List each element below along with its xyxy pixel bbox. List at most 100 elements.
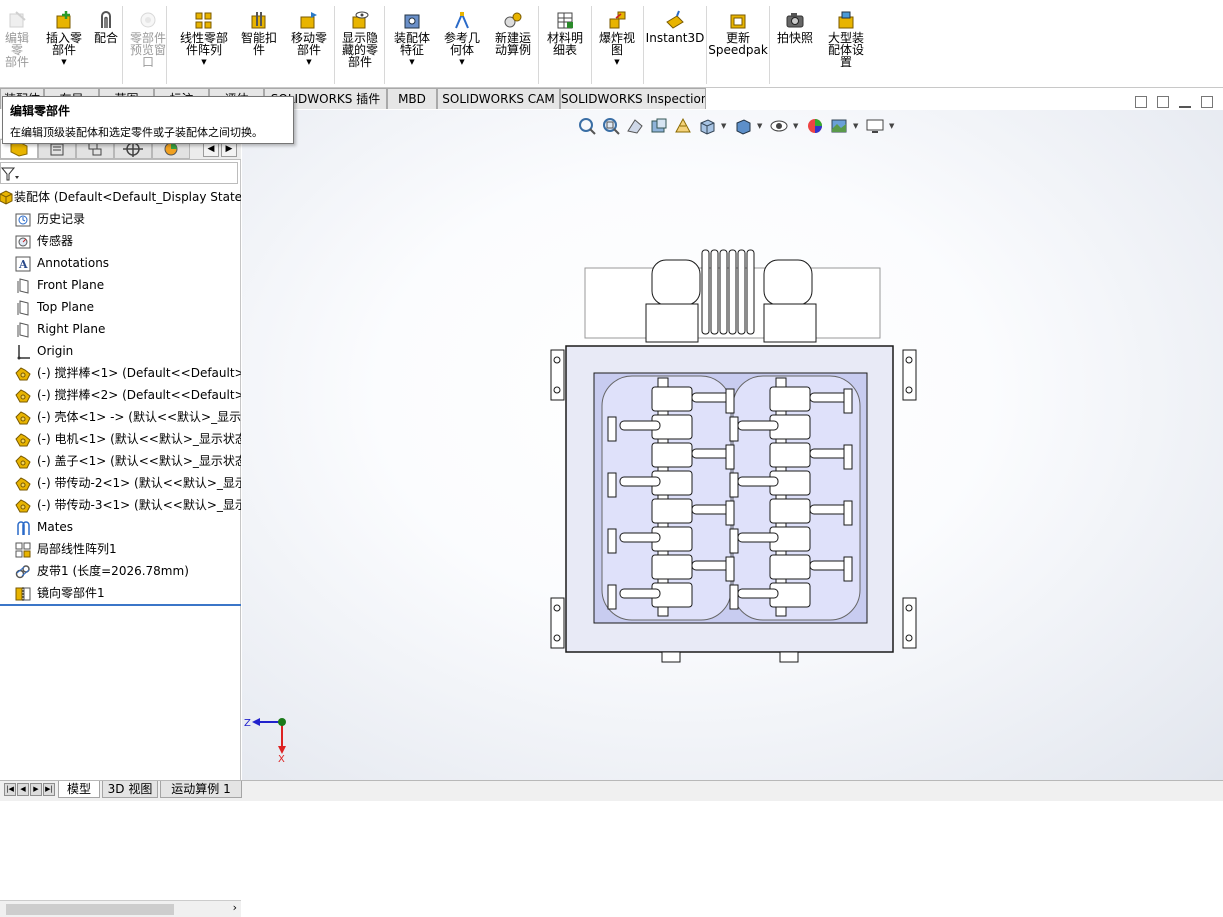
history-icon — [15, 212, 31, 227]
tree-item[interactable]: 传感器 — [0, 230, 241, 252]
scroll-right-icon[interactable]: › — [233, 901, 237, 914]
tree-item[interactable]: (-) 壳体<1> -> (默认<<默认>_显示状 — [0, 406, 241, 428]
tab-motion-study[interactable]: 运动算例 1 — [160, 781, 242, 798]
plane-icon — [15, 278, 31, 294]
ribbon-button-label: 线性零部 件阵列 — [179, 31, 228, 57]
tree-item[interactable]: Front Plane — [0, 274, 241, 296]
dropdown-arrow-icon[interactable]: ▼ — [306, 58, 311, 66]
tab-7[interactable]: SOLIDWORKS CAM — [437, 88, 560, 109]
tree-item-label: (-) 带传动-2<1> (默认<<默认>_显示 — [37, 476, 241, 490]
tile-icon[interactable] — [1157, 96, 1169, 108]
zoom-to-area-icon[interactable] — [601, 116, 621, 136]
exploded-view-icon — [607, 10, 627, 30]
ribbon-button-edit-component[interactable]: 编辑零 部件 — [0, 10, 34, 86]
ribbon-button-move-component[interactable]: 移动零 部件 ▼ — [284, 10, 334, 86]
ribbon-button-insert-component[interactable]: 插入零 部件 ▼ — [43, 10, 85, 86]
ribbon-button-linear-pattern[interactable]: 线性零部 件阵列 ▼ — [171, 10, 237, 86]
graphics-area[interactable]: Z X — [242, 110, 1223, 780]
view-orientation-dropdown-icon[interactable]: ▼ — [721, 122, 729, 130]
ribbon-button-instant3d[interactable]: Instant3D — [645, 10, 705, 86]
ribbon-button-snapshot[interactable]: 拍快照 — [774, 10, 816, 86]
tree-item[interactable]: 历史记录 — [0, 208, 241, 230]
plane-icon — [15, 322, 31, 338]
ribbon-button-label: 新建运 动算例 — [494, 31, 531, 57]
ribbon-button-mate[interactable]: 配合 — [90, 10, 122, 86]
horizontal-scrollbar[interactable]: › — [0, 900, 241, 917]
svg-text:A: A — [18, 258, 28, 271]
ribbon-button-bom[interactable]: 材料明 细表 — [541, 10, 589, 86]
apply-scene-dropdown-icon[interactable]: ▼ — [853, 122, 861, 130]
dropdown-arrow-icon[interactable]: ▼ — [201, 58, 206, 66]
ribbon-button-label: Instant3D — [645, 31, 705, 45]
tree-item[interactable]: 皮带1 (长度=2026.78mm) — [0, 560, 241, 582]
maximize-icon[interactable] — [1201, 96, 1213, 108]
display-style-icon[interactable] — [733, 116, 753, 136]
hide-show-items-icon[interactable] — [769, 116, 789, 136]
tab-6[interactable]: MBD — [387, 88, 437, 109]
dropdown-arrow-icon[interactable]: ▼ — [614, 58, 619, 66]
snapshot-icon — [785, 10, 805, 30]
dropdown-arrow-icon[interactable]: ▼ — [459, 58, 464, 66]
display-style-dropdown-icon[interactable]: ▼ — [757, 122, 765, 130]
minimize-icon[interactable] — [1179, 106, 1191, 108]
prev-tab-icon[interactable]: ◀ — [17, 783, 29, 796]
tree-item[interactable]: 局部线性阵列1 — [0, 538, 241, 560]
tree-item[interactable]: (-) 搅拌棒<2> (Default<<Default>_ — [0, 384, 241, 406]
tab-8[interactable]: SOLIDWORKS Inspection — [560, 88, 706, 109]
view-orientation-icon[interactable] — [697, 116, 717, 136]
ribbon-button-smart-fastener[interactable]: 智能扣 件 — [238, 10, 280, 86]
tree-item-label: Mates — [37, 520, 74, 534]
previous-view-icon[interactable] — [625, 116, 645, 136]
tree-item-label: 镜向零部件1 — [37, 586, 105, 600]
tree-item-label: 历史记录 — [37, 212, 86, 226]
assembly-icon — [0, 190, 14, 205]
restore-icon[interactable] — [1135, 96, 1147, 108]
tooltip-title: 编辑零部件 — [10, 104, 71, 118]
zoom-to-fit-icon[interactable] — [577, 116, 597, 136]
tab-3d-view[interactable]: 3D 视图 — [102, 781, 158, 798]
dropdown-arrow-icon[interactable]: ▼ — [409, 58, 414, 66]
edit-component-icon — [7, 10, 27, 30]
ribbon-button-speedpak[interactable]: 更新 Speedpak — [708, 10, 768, 86]
view-settings-icon[interactable] — [865, 116, 885, 136]
tree-item[interactable]: A Annotations — [0, 252, 241, 274]
dynamic-annotation-icon[interactable] — [673, 116, 693, 136]
view-settings-dropdown-icon[interactable]: ▼ — [889, 122, 897, 130]
tree-item[interactable]: (-) 盖子<1> (默认<<默认>_显示状态 — [0, 450, 241, 472]
tree-root-assembly[interactable]: 装配体 (Default<Default_Display State- — [0, 186, 241, 208]
ribbon-button-reference-geometry[interactable]: 参考几 何体 ▼ — [439, 10, 485, 86]
ribbon-button-show-hidden[interactable]: 显示隐 藏的零 部件 — [337, 10, 383, 86]
ribbon-button-assembly-feature[interactable]: 装配体 特征 ▼ — [387, 10, 437, 86]
tree-item[interactable]: Mates — [0, 516, 241, 538]
tree-filter[interactable] — [0, 162, 238, 184]
ribbon-button-new-motion-study[interactable]: 新建运 动算例 — [490, 10, 536, 86]
tree-item[interactable]: (-) 带传动-2<1> (默认<<默认>_显示 — [0, 472, 241, 494]
assembly-model-view[interactable] — [242, 110, 1223, 780]
dropdown-arrow-icon[interactable]: ▼ — [61, 58, 66, 66]
ribbon-button-exploded-view[interactable]: 爆炸视 图 ▼ — [594, 10, 640, 86]
hide-show-dropdown-icon[interactable]: ▼ — [793, 122, 801, 130]
tree-item[interactable]: (-) 带传动-3<1> (默认<<默认>_显示 — [0, 494, 241, 516]
tree-item-label: (-) 电机<1> (默认<<默认>_显示状态 — [37, 432, 241, 446]
first-tab-icon[interactable]: |◀ — [4, 783, 16, 796]
tab-model[interactable]: 模型 — [58, 781, 100, 798]
ribbon-button-large-assembly[interactable]: 大型装 配体设 置 — [820, 10, 872, 86]
ribbon-button-component-preview[interactable]: 零部件 预览窗 口 — [127, 10, 169, 86]
tree-item[interactable]: 镜向零部件1 — [0, 582, 241, 604]
tree-item[interactable]: Top Plane — [0, 296, 241, 318]
tree-item[interactable]: (-) 电机<1> (默认<<默认>_显示状态 — [0, 428, 241, 450]
tree-item-label: 装配体 (Default<Default_Display State- — [14, 190, 241, 204]
tree-item[interactable]: Origin — [0, 340, 241, 362]
section-view-icon[interactable] — [649, 116, 669, 136]
scrollbar-thumb[interactable] — [6, 904, 174, 915]
tree-item[interactable]: (-) 搅拌棒<1> (Default<<Default>_ — [0, 362, 241, 384]
part-icon — [15, 498, 31, 513]
next-tab-icon[interactable]: ▶ — [30, 783, 42, 796]
tree-item-label: Right Plane — [37, 322, 106, 336]
tree-item[interactable]: Right Plane — [0, 318, 241, 340]
edit-appearance-icon[interactable] — [805, 116, 825, 136]
ribbon-button-label: 编辑零 部件 — [4, 31, 29, 69]
apply-scene-icon[interactable] — [829, 116, 849, 136]
last-tab-icon[interactable]: ▶| — [43, 783, 55, 796]
tree-rollback-bar[interactable] — [0, 604, 241, 606]
